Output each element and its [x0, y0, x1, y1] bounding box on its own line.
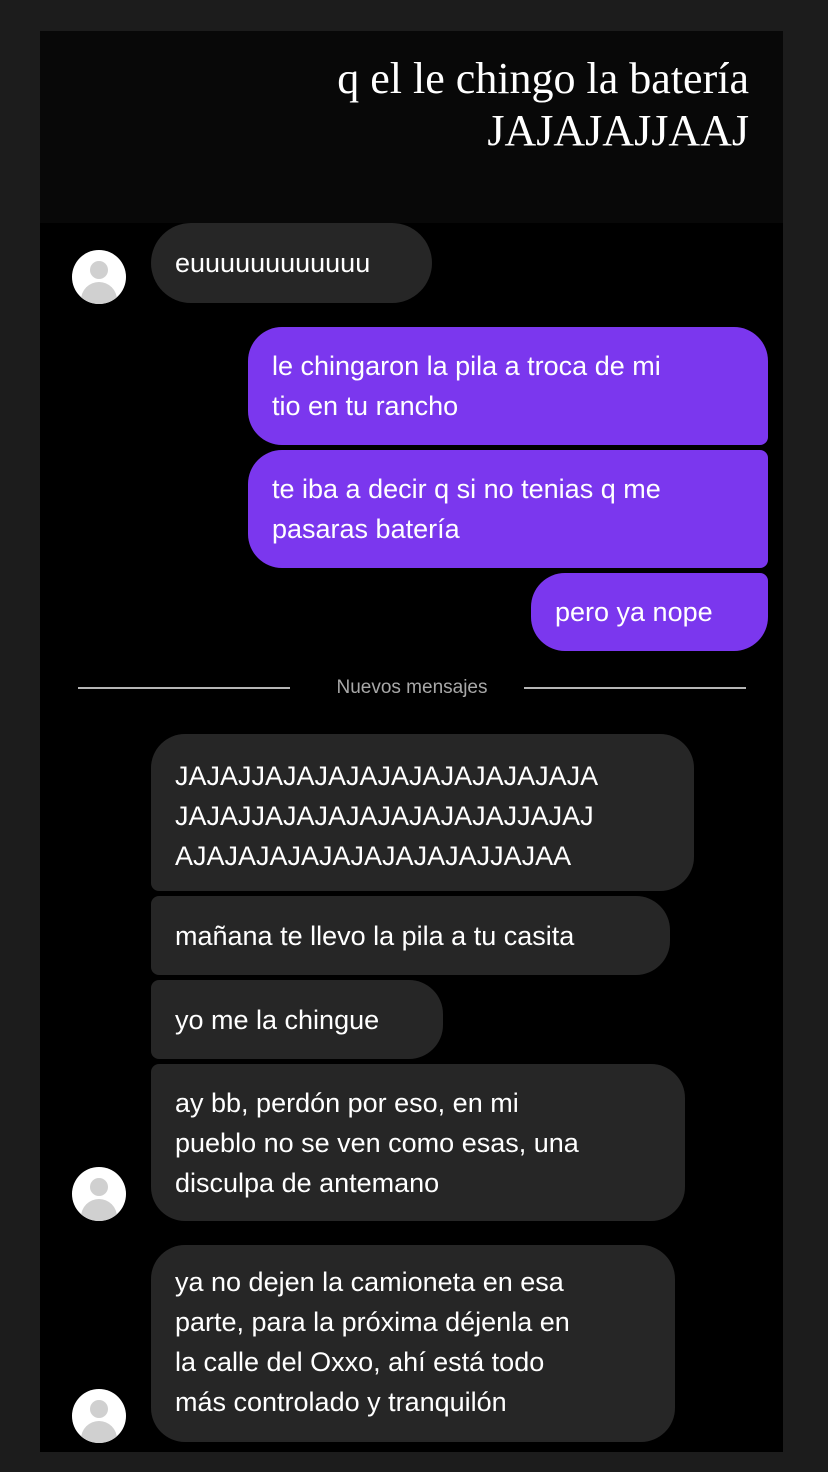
sent-message-bubble[interactable]: pero ya nope [531, 573, 768, 651]
divider-line-right [524, 687, 746, 689]
message-text-line: JAJAJJAJAJAJAJAJAJAJAJJAJAJ [175, 801, 594, 831]
message-text-line: AJAJAJAJAJAJAJAJAJAJJAJAA [175, 841, 572, 871]
message-text-line: pasaras batería [272, 514, 460, 544]
contact-avatar-icon[interactable] [72, 1167, 126, 1221]
divider-line-left [78, 687, 290, 689]
message-text: euuuuuuuuuuuu [175, 248, 371, 278]
message-text-line: disculpa de antemano [175, 1168, 440, 1198]
received-message-bubble[interactable]: mañana te llevo la pila a tu casita [151, 896, 670, 975]
received-message-bubble[interactable]: ay bb, perdón por eso, en mi pueblo no s… [151, 1064, 685, 1221]
message-text: yo me la chingue [175, 1005, 380, 1035]
message-text-line: JAJAJJAJAJAJAJAJAJAJAJAJAJA [175, 761, 599, 791]
message-text: mañana te llevo la pila a tu casita [175, 921, 575, 951]
new-messages-label: Nuevos mensajes [336, 677, 488, 698]
message-text-line: la calle del Oxxo, ahí está todo [175, 1347, 545, 1377]
story-frame: q el le chingo la batería JAJAJAJJAAJ eu… [40, 31, 783, 1452]
caption-line-2: JAJAJAJJAAJ [487, 106, 749, 155]
received-message-bubble[interactable]: yo me la chingue [151, 980, 443, 1059]
caption-line-1: q el le chingo la batería [337, 54, 749, 103]
received-message-bubble[interactable]: ya no dejen la camioneta en esa parte, p… [151, 1245, 675, 1442]
story-caption-text: q el le chingo la batería JAJAJAJJAAJ [337, 53, 749, 157]
message-text-line: ay bb, perdón por eso, en mi [175, 1088, 519, 1118]
story-caption: q el le chingo la batería JAJAJAJJAAJ [40, 31, 783, 223]
message-text-line: te iba a decir q si no tenias q me [272, 474, 661, 504]
message-text-line: tio en tu rancho [272, 391, 459, 421]
sent-message-bubble[interactable]: te iba a decir q si no tenias q me pasar… [248, 450, 768, 568]
received-message-bubble[interactable]: euuuuuuuuuuuu [151, 223, 432, 303]
contact-avatar-icon[interactable] [72, 1389, 126, 1443]
message-text-line: ya no dejen la camioneta en esa [175, 1267, 564, 1297]
message-text-line: pueblo no se ven como esas, una [175, 1128, 579, 1158]
message-text: pero ya nope [555, 597, 713, 627]
contact-avatar-icon[interactable] [72, 250, 126, 304]
sent-message-bubble[interactable]: le chingaron la pila a troca de mi tio e… [248, 327, 768, 445]
message-text-line: parte, para la próxima déjenla en [175, 1307, 570, 1337]
message-text-line: le chingaron la pila a troca de mi [272, 351, 661, 381]
message-text-line: más controlado y tranquilón [175, 1387, 507, 1417]
received-message-bubble[interactable]: JAJAJJAJAJAJAJAJAJAJAJAJAJA JAJAJJAJAJAJ… [151, 734, 694, 891]
new-messages-divider: Nuevos mensajes [40, 673, 783, 703]
